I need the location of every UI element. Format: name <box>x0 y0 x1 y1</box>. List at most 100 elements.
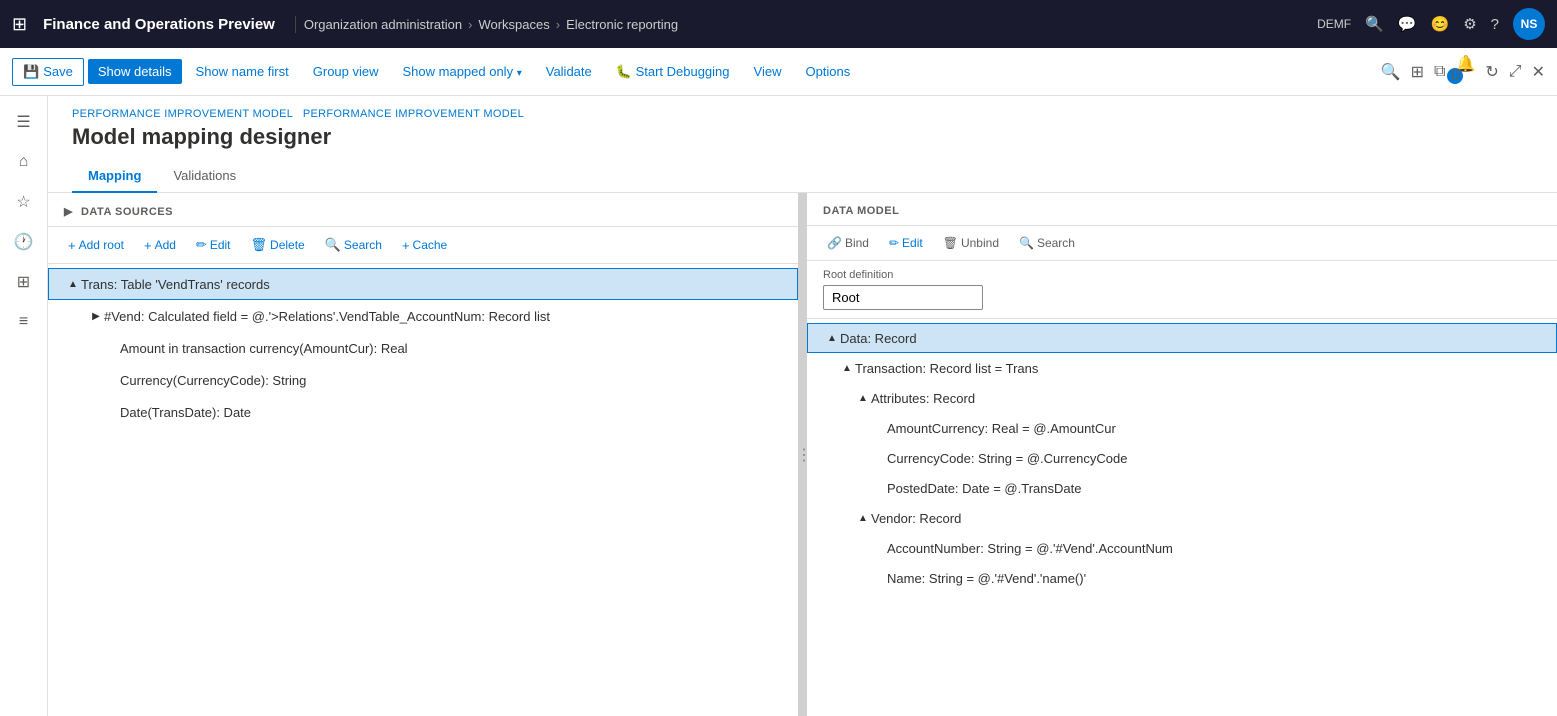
settings-icon[interactable]: ⚙ <box>1463 15 1476 33</box>
app-title: Finance and Operations Preview <box>43 16 296 33</box>
ds-cache-btn[interactable]: + Cache <box>394 234 455 257</box>
dm-bind-btn[interactable]: 🔗 Bind <box>819 232 877 254</box>
posteddate-label: PostedDate: Date = @.TransDate <box>887 481 1545 496</box>
vend-expand[interactable]: ▶ <box>88 311 104 322</box>
dm-toolbar: 🔗 Bind ✏ Edit 🗑 Unbind 🔍 Search <box>807 226 1557 261</box>
sidebar: ☰ ⌂ ☆ 🕐 ⊞ ≡ <box>0 96 48 716</box>
breadcrumb-sep-1: › <box>468 17 472 32</box>
trans-expand[interactable]: ▲ <box>65 279 81 290</box>
sidebar-home[interactable]: ⌂ <box>6 144 42 180</box>
vendor-label: Vendor: Record <box>871 511 1545 526</box>
grid-icon-toolbar[interactable]: ⊞ <box>1411 62 1424 82</box>
breadcrumb-org[interactable]: Organization administration <box>304 17 462 32</box>
dm-item-accountnumber[interactable]: ▶ AccountNumber: String = @.'#Vend'.Acco… <box>807 533 1557 563</box>
amount-label: Amount in transaction currency(AmountCur… <box>120 341 786 356</box>
name-label: Name: String = @.'#Vend'.'name()' <box>887 571 1545 586</box>
tab-validations[interactable]: Validations <box>157 160 252 193</box>
ds-search-icon: 🔍 <box>325 237 341 253</box>
currency-label: Currency(CurrencyCode): String <box>120 373 786 388</box>
ds-delete-btn[interactable]: 🗑 Delete <box>243 233 313 257</box>
tree-item-date[interactable]: Date(TransDate): Date <box>48 396 798 428</box>
trans-label: Trans: Table 'VendTrans' records <box>81 277 785 292</box>
main-toolbar: 💾 Save Show details Show name first Grou… <box>0 48 1557 96</box>
root-value-input[interactable] <box>823 285 983 310</box>
group-view-button[interactable]: Group view <box>303 59 389 84</box>
show-details-button[interactable]: Show details <box>88 59 182 84</box>
sidebar-recent[interactable]: 🕐 <box>6 224 42 260</box>
ds-expand-icon[interactable]: ▶ <box>64 205 73 218</box>
breadcrumb-model1[interactable]: PERFORMANCE IMPROVEMENT MODEL <box>72 108 293 120</box>
tree-item-currency[interactable]: Currency(CurrencyCode): String <box>48 364 798 396</box>
sidebar-workspaces[interactable]: ⊞ <box>6 264 42 300</box>
attributes-label: Attributes: Record <box>871 391 1545 406</box>
root-definition: Root definition <box>807 261 1557 319</box>
dm-edit-btn[interactable]: ✏ Edit <box>881 232 931 254</box>
breadcrumb-er[interactable]: Electronic reporting <box>566 17 678 32</box>
validate-button[interactable]: Validate <box>536 59 602 84</box>
dm-item-posteddate[interactable]: ▶ PostedDate: Date = @.TransDate <box>807 473 1557 503</box>
top-nav: ⊞ Finance and Operations Preview Organiz… <box>0 0 1557 48</box>
mapping-area: ▶ DATA SOURCES + Add root + Add ✏ Edit <box>48 193 1557 716</box>
dm-unbind-btn[interactable]: 🗑 Unbind <box>935 232 1007 254</box>
show-mapped-arrow: ▾ <box>517 68 522 79</box>
dm-search-btn[interactable]: 🔍 Search <box>1011 232 1083 254</box>
save-button[interactable]: 💾 Save <box>12 58 84 86</box>
ds-edit-btn[interactable]: ✏ Edit <box>188 233 239 257</box>
notification-badge: 0 <box>1447 68 1463 84</box>
refresh-icon[interactable]: ↻ <box>1485 62 1498 82</box>
options-button[interactable]: Options <box>795 59 860 84</box>
vendor-expand[interactable]: ▲ <box>855 513 871 524</box>
root-def-label: Root definition <box>823 269 1541 281</box>
emoji-icon[interactable]: 😊 <box>1431 15 1450 33</box>
ds-tree: ▲ Trans: Table 'VendTrans' records ▶ #Ve… <box>48 264 798 716</box>
dm-item-amountcurrency[interactable]: ▶ AmountCurrency: Real = @.AmountCur <box>807 413 1557 443</box>
main-layout: ☰ ⌂ ☆ 🕐 ⊞ ≡ PERFORMANCE IMPROVEMENT MODE… <box>0 96 1557 716</box>
show-name-first-button[interactable]: Show name first <box>186 59 299 84</box>
dm-item-data[interactable]: ▲ Data: Record <box>807 323 1557 353</box>
ds-add-btn[interactable]: + Add <box>136 234 184 257</box>
toolbar-right-icons: 🔍 ⊞ ⧉ 🔔 0 ↻ ⤢ ✕ <box>1381 54 1545 90</box>
bind-icon: 🔗 <box>827 236 842 250</box>
search-icon-toolbar[interactable]: 🔍 <box>1381 62 1401 82</box>
tree-item-vend[interactable]: ▶ #Vend: Calculated field = @.'>Relation… <box>48 300 798 332</box>
sidebar-favorites[interactable]: ☆ <box>6 184 42 220</box>
sidebar-list[interactable]: ≡ <box>6 304 42 340</box>
dm-item-name[interactable]: ▶ Name: String = @.'#Vend'.'name()' <box>807 563 1557 593</box>
breadcrumb: Organization administration › Workspaces… <box>304 17 1309 32</box>
tab-mapping[interactable]: Mapping <box>72 160 157 193</box>
attributes-expand[interactable]: ▲ <box>855 393 871 404</box>
breadcrumb-sep-2: › <box>556 17 560 32</box>
dm-item-vendor[interactable]: ▲ Vendor: Record <box>807 503 1557 533</box>
ds-panel-header: ▶ DATA SOURCES <box>48 193 798 227</box>
user-avatar[interactable]: NS <box>1513 8 1545 40</box>
transaction-label: Transaction: Record list = Trans <box>855 361 1545 376</box>
expand-icon-toolbar[interactable]: ⧉ <box>1434 63 1445 81</box>
apps-icon[interactable]: ⊞ <box>12 14 27 35</box>
transaction-expand[interactable]: ▲ <box>839 363 855 374</box>
start-debugging-button[interactable]: 🐛 Start Debugging <box>606 59 740 85</box>
tree-item-trans[interactable]: ▲ Trans: Table 'VendTrans' records <box>48 268 798 300</box>
dm-item-transaction[interactable]: ▲ Transaction: Record list = Trans <box>807 353 1557 383</box>
dm-item-attributes[interactable]: ▲ Attributes: Record <box>807 383 1557 413</box>
view-button[interactable]: View <box>744 59 792 84</box>
ds-search-btn[interactable]: 🔍 Search <box>317 233 390 257</box>
help-icon[interactable]: ? <box>1491 16 1499 33</box>
sidebar-hamburger[interactable]: ☰ <box>6 104 42 140</box>
data-expand[interactable]: ▲ <box>824 333 840 344</box>
content-area: PERFORMANCE IMPROVEMENT MODEL PERFORMANC… <box>48 96 1557 716</box>
page-title: Model mapping designer <box>72 124 1533 150</box>
env-label: DEMF <box>1317 17 1351 31</box>
chat-icon[interactable]: 💬 <box>1398 15 1417 33</box>
page-tabs: Mapping Validations <box>72 160 1533 192</box>
search-icon-nav[interactable]: 🔍 <box>1365 15 1384 33</box>
notification-icon[interactable]: 🔔 0 <box>1455 54 1475 90</box>
close-icon[interactable]: ✕ <box>1532 62 1545 82</box>
tree-item-amount[interactable]: Amount in transaction currency(AmountCur… <box>48 332 798 364</box>
ds-add-root-btn[interactable]: + Add root <box>60 234 132 257</box>
show-mapped-only-button[interactable]: Show mapped only ▾ <box>393 59 532 84</box>
vend-label: #Vend: Calculated field = @.'>Relations'… <box>104 309 786 324</box>
popout-icon[interactable]: ⤢ <box>1509 63 1522 81</box>
dm-item-currencycode[interactable]: ▶ CurrencyCode: String = @.CurrencyCode <box>807 443 1557 473</box>
top-nav-right-icons: DEMF 🔍 💬 😊 ⚙ ? NS <box>1317 8 1545 40</box>
breadcrumb-workspaces[interactable]: Workspaces <box>478 17 549 32</box>
